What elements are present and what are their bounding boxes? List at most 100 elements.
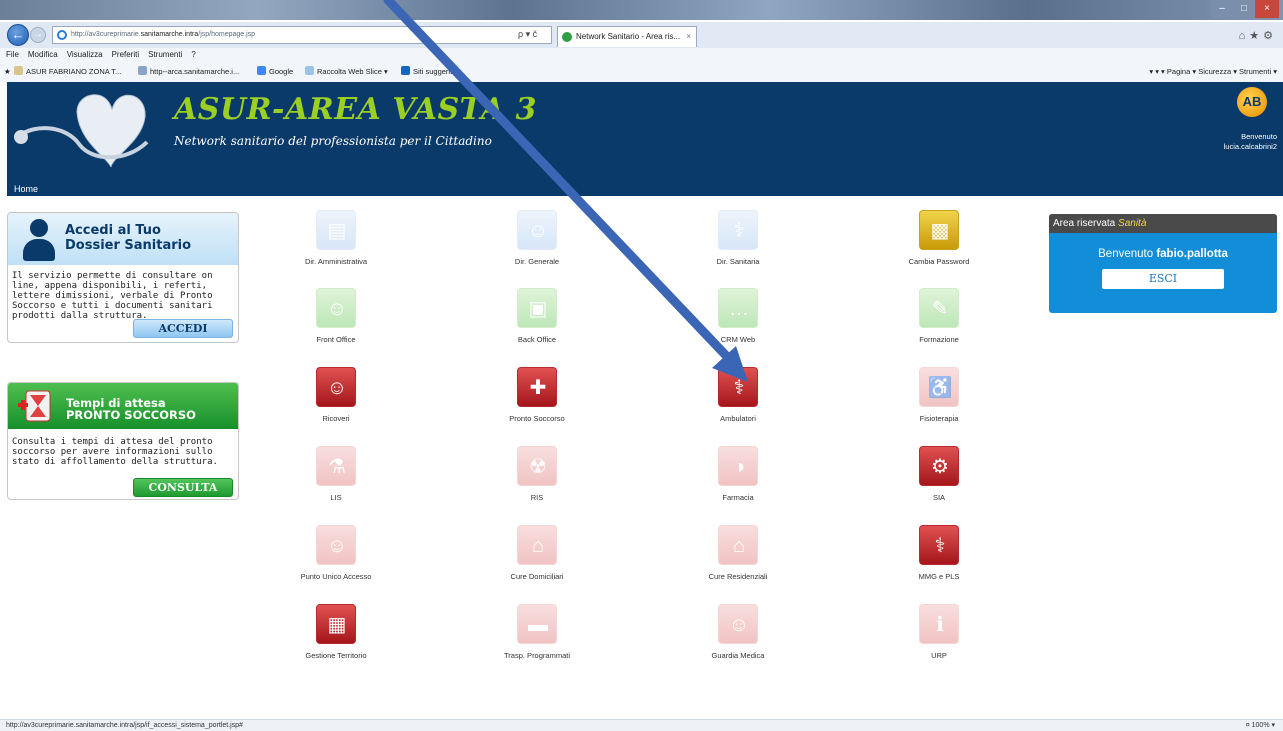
- tile-cambia-password[interactable]: ▩ Cambia Password: [889, 210, 989, 280]
- menu-item[interactable]: Modifica: [28, 50, 58, 59]
- computer-icon[interactable]: ▣: [517, 288, 557, 328]
- tile-label[interactable]: Cure Residenziali: [668, 572, 808, 581]
- tile-sia[interactable]: ⚙ SIA: [889, 446, 989, 516]
- chat-icon[interactable]: …: [718, 288, 758, 328]
- tile-label[interactable]: LIS: [266, 493, 406, 502]
- tile-label[interactable]: Dir. Sanitaria: [668, 257, 808, 266]
- tile-cure-residenziali[interactable]: ⌂ Cure Residenziali: [688, 525, 788, 595]
- tile-label[interactable]: Ambulatori: [668, 414, 808, 423]
- tile-label[interactable]: Pronto Soccorso: [467, 414, 607, 423]
- home-link[interactable]: Home: [14, 184, 38, 194]
- tile-label[interactable]: Ricoveri: [266, 414, 406, 423]
- tile-dir-sanitaria[interactable]: ⚕ Dir. Sanitaria: [688, 210, 788, 280]
- tile-pronto-soccorso[interactable]: ✚ Pronto Soccorso: [487, 367, 587, 437]
- tile-label[interactable]: Front Office: [266, 335, 406, 344]
- accedi-button[interactable]: ACCEDI: [133, 319, 233, 338]
- tile-label[interactable]: Fisioterapia: [869, 414, 1009, 423]
- tile-label[interactable]: Punto Unico Accesso: [266, 572, 406, 581]
- tile-label[interactable]: Dir. Generale: [467, 257, 607, 266]
- tile-label[interactable]: MMG e PLS: [869, 572, 1009, 581]
- tile-formazione[interactable]: ✎ Formazione: [889, 288, 989, 358]
- gears-icon[interactable]: ⚙: [919, 446, 959, 486]
- pill-icon[interactable]: ◑: [718, 446, 758, 486]
- tile-dir-amministrativa[interactable]: ▤ Dir. Amministrativa: [286, 210, 386, 280]
- tile-label[interactable]: SIA: [869, 493, 1009, 502]
- tile-fisioterapia[interactable]: ♿ Fisioterapia: [889, 367, 989, 437]
- physiotherapy-icon[interactable]: ♿: [919, 367, 959, 407]
- clinic-doctor-icon[interactable]: ⚕: [718, 367, 758, 407]
- tile-label[interactable]: Dir. Amministrativa: [266, 257, 406, 266]
- territory-map-icon[interactable]: ▦: [316, 604, 356, 644]
- tile-front-office[interactable]: ☺ Front Office: [286, 288, 386, 358]
- browser-tab[interactable]: Network Sanitario - Area ris... ×: [557, 26, 697, 47]
- command-bar[interactable]: ▾ ▾ ▾ Pagina ▾ Sicurezza ▾ Strumenti ▾: [1149, 62, 1277, 82]
- fav-item-google[interactable]: Google: [257, 62, 293, 82]
- menu-item[interactable]: File: [6, 50, 19, 59]
- tile-ricoveri[interactable]: ☺ Ricoveri: [286, 367, 386, 437]
- doctor-icon[interactable]: ⚕: [718, 210, 758, 250]
- tile-label[interactable]: RIS: [467, 493, 607, 502]
- receptionist-icon[interactable]: ☺: [316, 288, 356, 328]
- fav-item-web-slice[interactable]: Raccolta Web Slice ▾: [305, 62, 388, 82]
- tile-label[interactable]: Trasp. Programmati: [467, 651, 607, 660]
- tile-label[interactable]: Back Office: [467, 335, 607, 344]
- tile-label[interactable]: Formazione: [869, 335, 1009, 344]
- tile-guardia-medica[interactable]: ☺ Guardia Medica: [688, 604, 788, 674]
- search-refresh-icon[interactable]: ρ ▾ č: [518, 29, 537, 40]
- pencil-icon[interactable]: ✎: [919, 288, 959, 328]
- home-care-icon[interactable]: ⌂: [517, 525, 557, 565]
- tile-back-office[interactable]: ▣ Back Office: [487, 288, 587, 358]
- radiation-icon[interactable]: ☢: [517, 446, 557, 486]
- tile-label[interactable]: CRM Web: [668, 335, 808, 344]
- tile-label[interactable]: Guardia Medica: [668, 651, 808, 660]
- tile-label[interactable]: Cure Domiciliari: [467, 572, 607, 581]
- close-window-button[interactable]: ×: [1255, 0, 1279, 18]
- consulta-button[interactable]: CONSULTA: [133, 478, 233, 497]
- folder-icon[interactable]: ▤: [316, 210, 356, 250]
- padlock-icon[interactable]: ▩: [919, 210, 959, 250]
- fav-item-arca[interactable]: http--arca.sanitamarche.i...: [138, 62, 239, 82]
- tile-lis[interactable]: ⚗ LIS: [286, 446, 386, 516]
- zoom-level[interactable]: ¤ 100% ▾: [1246, 720, 1275, 731]
- tile-farmacia[interactable]: ◑ Farmacia: [688, 446, 788, 516]
- tile-dir-generale[interactable]: ☺ Dir. Generale: [487, 210, 587, 280]
- menu-item[interactable]: Visualizza: [67, 50, 103, 59]
- tile-ris[interactable]: ☢ RIS: [487, 446, 587, 516]
- tile-cure-domiciliari[interactable]: ⌂ Cure Domiciliari: [487, 525, 587, 595]
- residence-icon[interactable]: ⌂: [718, 525, 758, 565]
- home-star-gear-icons[interactable]: ⌂★⚙: [1239, 29, 1277, 42]
- tile-trasp-programmati[interactable]: ▬ Trasp. Programmati: [487, 604, 587, 674]
- favorites-star-icon[interactable]: ★: [4, 62, 11, 82]
- lab-flask-icon[interactable]: ⚗: [316, 446, 356, 486]
- tile-label[interactable]: URP: [869, 651, 1009, 660]
- tile-label[interactable]: Farmacia: [668, 493, 808, 502]
- fav-item-suggested[interactable]: Siti suggeriti ▾: [401, 62, 460, 82]
- tile-mmg-e-pls[interactable]: ⚕ MMG e PLS: [889, 525, 989, 595]
- tab-close-icon[interactable]: ×: [686, 27, 691, 47]
- tile-punto-unico-accesso[interactable]: ☺ Punto Unico Accesso: [286, 525, 386, 595]
- info-icon[interactable]: ℹ: [919, 604, 959, 644]
- tile-gestione-territorio[interactable]: ▦ Gestione Territorio: [286, 604, 386, 674]
- tile-ambulatori[interactable]: ⚕ Ambulatori: [688, 367, 788, 437]
- tile-crm-web[interactable]: … CRM Web: [688, 288, 788, 358]
- manager-icon[interactable]: ☺: [517, 210, 557, 250]
- fav-item-asur[interactable]: ASUR FABRIANO ZONA T...: [14, 62, 121, 82]
- forward-button[interactable]: →: [30, 27, 46, 43]
- tile-label[interactable]: Cambia Password: [869, 257, 1009, 266]
- back-button[interactable]: ←: [7, 24, 29, 46]
- maximize-button[interactable]: □: [1233, 0, 1255, 18]
- first-aid-kit-icon[interactable]: ✚: [517, 367, 557, 407]
- on-call-doctor-icon[interactable]: ☺: [718, 604, 758, 644]
- general-practitioner-icon[interactable]: ⚕: [919, 525, 959, 565]
- minimize-button[interactable]: –: [1211, 0, 1233, 18]
- menu-item[interactable]: ?: [191, 50, 195, 59]
- tile-urp[interactable]: ℹ URP: [889, 604, 989, 674]
- address-bar[interactable]: http://av3cureprimarie.sanitamarche.intr…: [52, 26, 552, 44]
- ambulance-icon[interactable]: ▬: [517, 604, 557, 644]
- people-icon[interactable]: ☺: [316, 525, 356, 565]
- hospitalization-icon[interactable]: ☺: [316, 367, 356, 407]
- menu-item[interactable]: Strumenti: [148, 50, 182, 59]
- tile-label[interactable]: Gestione Territorio: [266, 651, 406, 660]
- menu-item[interactable]: Preferiti: [112, 50, 140, 59]
- esci-button[interactable]: ESCI: [1102, 269, 1224, 289]
